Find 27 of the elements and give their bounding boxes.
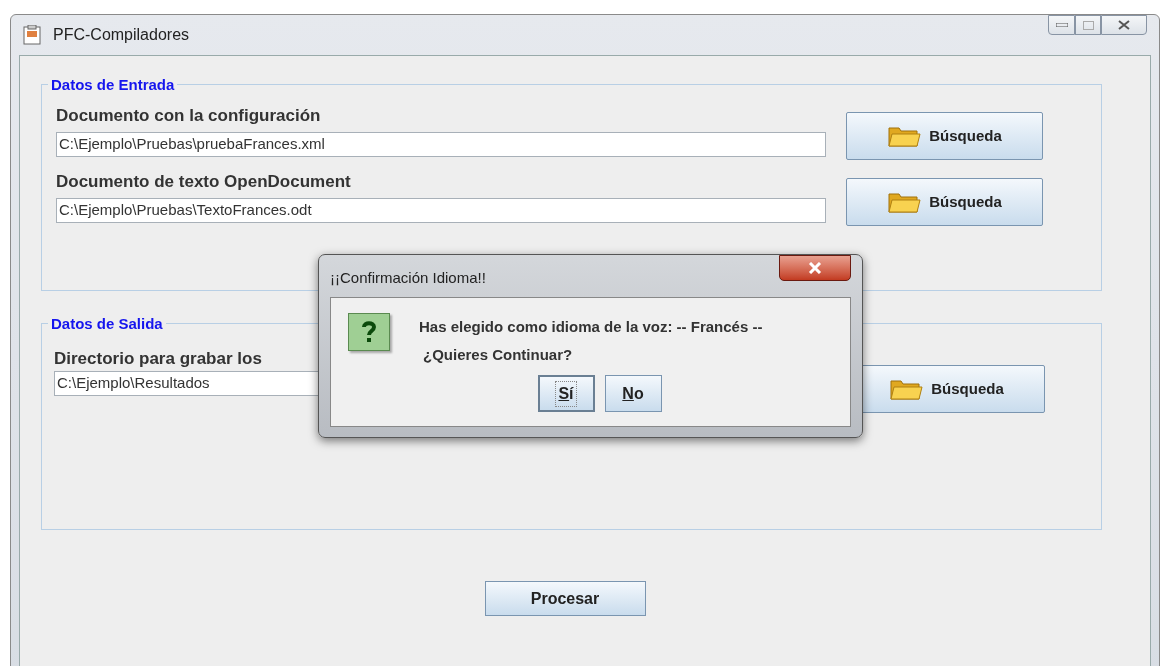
close-button[interactable] [1101, 15, 1147, 35]
window-title: PFC-Compiladores [53, 25, 190, 45]
question-icon [348, 313, 390, 351]
app-icon [23, 25, 41, 45]
maximize-icon [1082, 20, 1094, 30]
dialog-button[interactable]: Sí [537, 375, 595, 412]
close-button[interactable] [779, 255, 851, 281]
dialog-title: ¡¡Confirmación Idioma!! [330, 268, 486, 288]
folder-icon [887, 190, 922, 214]
field-label: Documento con la configuración [56, 105, 321, 127]
search-button[interactable]: Búsqueda [846, 112, 1043, 160]
dialog-message: Has elegido como idioma de la voz: -- Francés -- [419, 317, 763, 337]
minimize-button[interactable] [1048, 15, 1075, 35]
dialog-button[interactable]: No [604, 375, 662, 412]
path-field[interactable]: C:\Ejemplo\Pruebas\pruebaFrances.xml [56, 132, 826, 157]
maximize-button[interactable] [1075, 15, 1101, 35]
dialog-question: ¿Quieres Continuar? [423, 344, 574, 365]
folder-icon [889, 377, 924, 401]
field-label: Directorio para grabar los [54, 348, 262, 370]
process-button[interactable]: Procesar [484, 581, 646, 616]
search-button[interactable]: Búsqueda [846, 178, 1043, 226]
close-icon [1118, 20, 1130, 30]
field-label: Documento de texto OpenDocument [56, 171, 351, 193]
close-icon [808, 262, 822, 274]
path-field[interactable]: C:\Ejemplo\Pruebas\TextoFrances.odt [56, 198, 826, 223]
minimize-icon [1055, 23, 1068, 27]
folder-icon [887, 124, 922, 148]
